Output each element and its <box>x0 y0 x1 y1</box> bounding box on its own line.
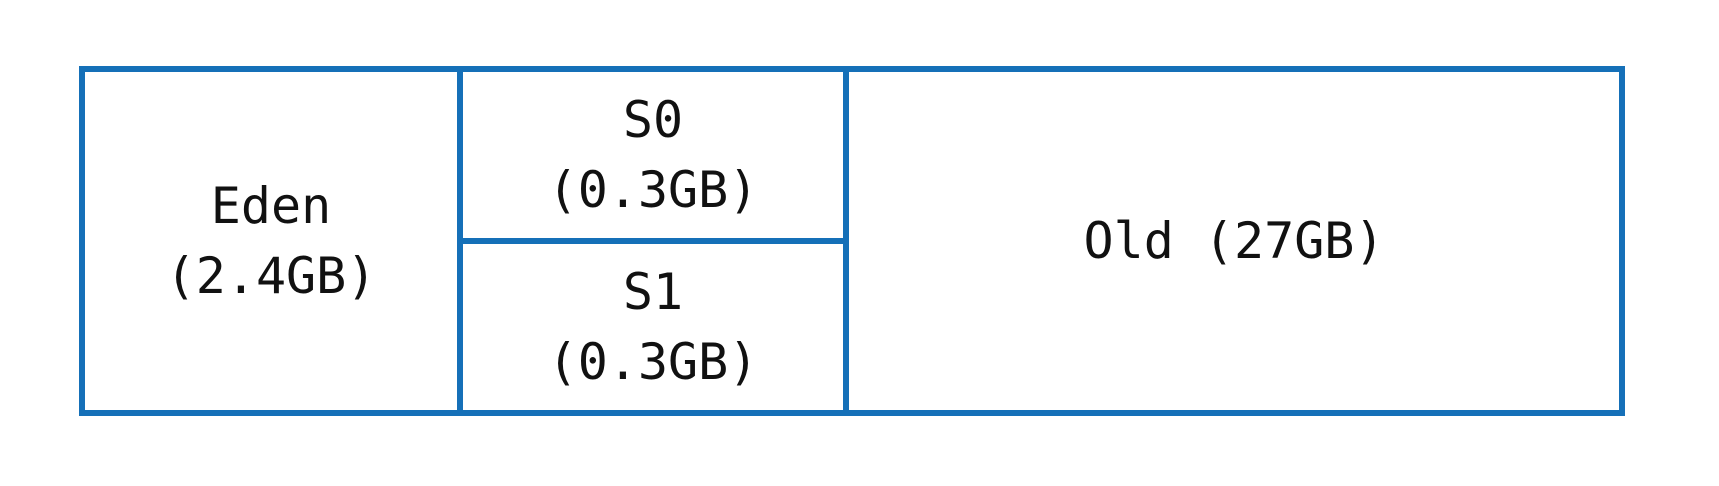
old-region: Old (27GB) <box>849 72 1619 410</box>
s0-size: (0.3GB) <box>547 161 759 219</box>
survivor-spaces: S0 (0.3GB) S1 (0.3GB) <box>463 72 849 410</box>
s0-label: S0 <box>622 91 684 149</box>
s1-size: (0.3GB) <box>547 333 759 391</box>
heap-diagram: Eden (2.4GB) S0 (0.3GB) S1 (0.3GB) Old (… <box>79 66 1625 416</box>
s1-region: S1 (0.3GB) <box>463 244 843 410</box>
s1-label: S1 <box>622 263 684 321</box>
eden-label: Eden <box>210 177 332 235</box>
eden-size: (2.4GB) <box>165 247 377 305</box>
s0-region: S0 (0.3GB) <box>463 72 843 244</box>
eden-region: Eden (2.4GB) <box>85 72 463 410</box>
old-label: Old (27GB) <box>1083 212 1385 270</box>
